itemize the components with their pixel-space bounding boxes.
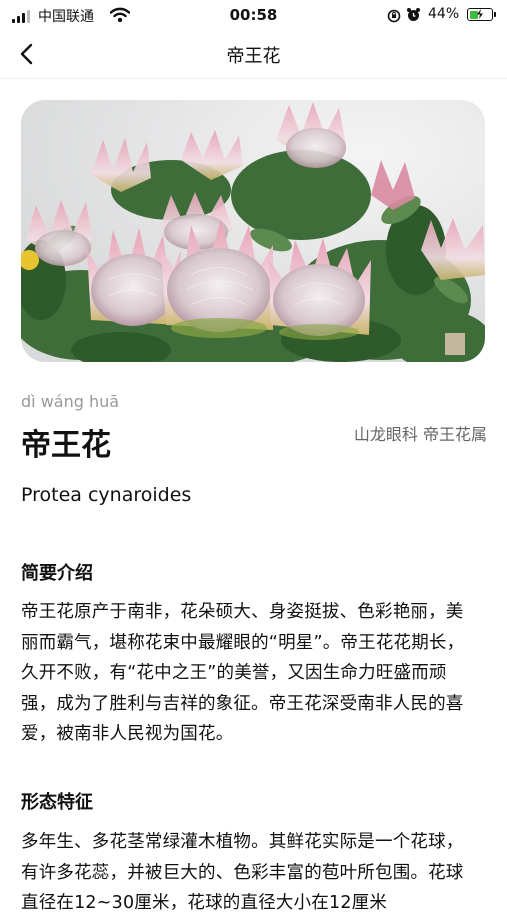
watermark-stamp: [445, 333, 465, 355]
plant-pinyin: dì wáng huā: [21, 392, 120, 411]
plant-family: 山龙眼科 帝王花属: [353, 425, 487, 444]
flower-photo: [21, 100, 485, 362]
rotation-lock-icon: [387, 8, 401, 23]
plant-name: 帝王花: [21, 428, 111, 463]
page-title: 帝王花: [226, 46, 281, 67]
battery-icon: [467, 8, 496, 21]
section-body-morphology: 多年生、多花茎常绿灌木植物。其鲜花实际是一个花球，有许多花蕊，并被巨大的、色彩丰…: [21, 832, 464, 913]
section-title-intro: 简要介绍: [21, 563, 93, 584]
battery-percentage: 44%: [428, 6, 460, 22]
status-bar: 中国联通 00:58 44%: [0, 0, 507, 32]
nav-bar: 帝王花: [0, 32, 507, 79]
section-title-morphology: 形态特征: [21, 792, 93, 813]
section-body-intro: 帝王花原产于南非，花朵硕大、身姿挺拔、色彩艳丽，美丽而霸气，堪称花束中最耀眼的“…: [21, 602, 465, 744]
alarm-icon: [406, 7, 421, 22]
plant-latin-name: Protea cynaroides: [21, 484, 192, 506]
